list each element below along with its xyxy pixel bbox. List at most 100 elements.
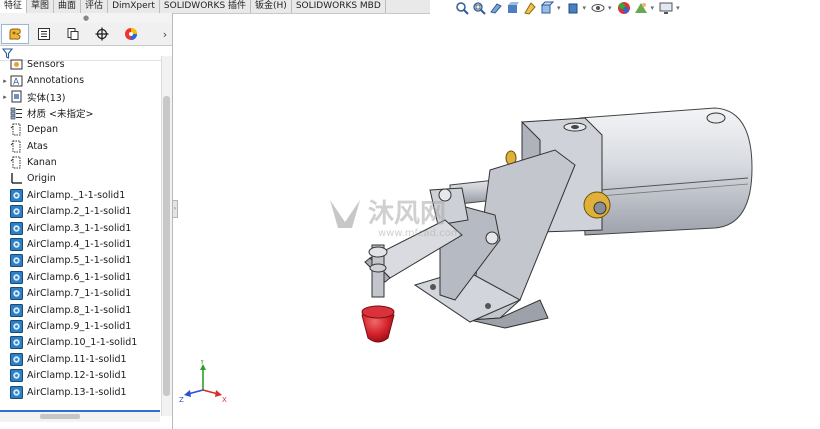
command-tab[interactable]: SOLIDWORKS MBD xyxy=(292,0,386,13)
hide-show-icon[interactable] xyxy=(591,1,605,15)
tree-item[interactable]: Atas xyxy=(0,138,160,154)
panel-grip-icon[interactable]: ● xyxy=(0,13,172,23)
imported-feature-icon xyxy=(10,319,23,333)
displaymanager-tab[interactable] xyxy=(117,24,145,44)
tree-item-label: AirClamp.5_1-1-solid1 xyxy=(27,255,132,267)
configurationmanager-tab[interactable] xyxy=(59,24,87,44)
propertymanager-icon xyxy=(38,28,50,40)
expand-arrow-icon[interactable]: ▸ xyxy=(0,77,10,85)
tree-item[interactable]: AirClamp.4_1-1-solid1 xyxy=(0,236,160,252)
apply-scene-icon[interactable] xyxy=(634,1,648,15)
imported-feature-icon xyxy=(10,254,23,268)
imported-feature-icon xyxy=(10,237,23,251)
tree-item-label: AirClamp.13-1-solid1 xyxy=(27,386,127,398)
imported-feature-icon xyxy=(10,336,23,350)
z-axis-label: Z xyxy=(179,396,184,404)
solid-bodies-icon xyxy=(11,90,22,103)
apply-scene-caret-icon[interactable]: ▾ xyxy=(651,4,655,12)
imported-feature-icon xyxy=(10,205,23,219)
svg-text:A: A xyxy=(13,78,20,88)
tree-item[interactable]: AirClamp.5_1-1-solid1 xyxy=(0,253,160,269)
zoom-to-fit-icon[interactable] xyxy=(455,1,469,15)
tree-item[interactable]: Sensors xyxy=(0,56,160,72)
command-manager-tabs: 特征 草图 曲面 评估 DimXpert SOLIDWORKS 插件 钣金(H) SOLIDW… xyxy=(0,0,430,14)
view-orientation-caret-icon[interactable]: ▾ xyxy=(557,4,561,12)
tree-item-label: Depan xyxy=(27,124,59,136)
propertymanager-tab[interactable] xyxy=(30,24,58,44)
scrollbar-thumb[interactable] xyxy=(40,414,80,419)
graphics-area[interactable]: 沐风网 www.mfcad.com xyxy=(173,14,820,429)
dimxpertmanager-tab[interactable] xyxy=(88,24,116,44)
command-tab[interactable]: 曲面 xyxy=(54,0,82,13)
dynamic-annotation-icon[interactable] xyxy=(523,1,537,15)
featuremanager-tab[interactable] xyxy=(1,24,29,44)
tree-item[interactable]: ▸ 实体(13) xyxy=(0,89,160,105)
command-tab[interactable]: DimXpert xyxy=(108,0,160,13)
command-tab[interactable]: 草图 xyxy=(27,0,55,13)
tree-item[interactable]: Depan xyxy=(0,122,160,138)
origin-icon xyxy=(11,173,22,185)
command-tab[interactable]: 特征 xyxy=(0,0,28,13)
tree-item-label: AirClamp.9_1-1-solid1 xyxy=(27,320,132,332)
tree-item[interactable]: AirClamp.3_1-1-solid1 xyxy=(0,220,160,236)
tree-vertical-scrollbar[interactable] xyxy=(161,56,172,416)
tree-item[interactable]: 材质 <未指定> xyxy=(0,105,160,121)
view-settings-caret-icon[interactable]: ▾ xyxy=(676,4,680,12)
tree-horizontal-scrollbar[interactable] xyxy=(0,410,160,422)
chevron-right-icon[interactable]: › xyxy=(158,28,172,41)
command-tab[interactable]: 评估 xyxy=(81,0,109,13)
tree-item[interactable]: AirClamp.6_1-1-solid1 xyxy=(0,269,160,285)
view-settings-icon[interactable] xyxy=(659,1,673,15)
tree-item[interactable]: AirClamp.12-1-solid1 xyxy=(0,367,160,383)
tree-item-label: AirClamp.10_1-1-solid1 xyxy=(27,337,138,349)
plane-icon xyxy=(10,140,21,153)
tree-item-label: AirClamp.8_1-1-solid1 xyxy=(27,304,132,316)
tree-item-label: AirClamp.12-1-solid1 xyxy=(27,370,127,382)
imported-feature-icon xyxy=(10,270,23,284)
annotations-icon: A xyxy=(10,75,23,88)
watermark: 沐风网 www.mfcad.com xyxy=(330,199,461,239)
previous-view-icon[interactable] xyxy=(489,1,503,15)
imported-feature-icon xyxy=(10,352,23,366)
tree-item-label: AirClamp.4_1-1-solid1 xyxy=(27,238,132,250)
tree-item[interactable]: AirClamp._1-1-solid1 xyxy=(0,187,160,203)
plane-icon xyxy=(10,156,21,169)
tree-item-label: AirClamp.6_1-1-solid1 xyxy=(27,271,132,283)
tree-item[interactable]: AirClamp.9_1-1-solid1 xyxy=(0,318,160,334)
coordinate-triad: Y X Z xyxy=(179,360,227,404)
imported-feature-icon xyxy=(10,221,23,235)
command-tab[interactable]: SOLIDWORKS 插件 xyxy=(160,0,252,13)
configurationmanager-icon xyxy=(67,28,79,40)
x-axis-label: X xyxy=(222,396,227,404)
expand-arrow-icon[interactable]: ▸ xyxy=(0,93,10,101)
command-tab[interactable]: 钣金(H) xyxy=(251,0,292,13)
display-style-caret-icon[interactable]: ▾ xyxy=(583,4,587,12)
imported-feature-icon xyxy=(10,369,23,383)
section-view-icon[interactable] xyxy=(506,1,520,15)
tree-item-label: Annotations xyxy=(27,75,85,87)
tree-item[interactable]: AirClamp.13-1-solid1 xyxy=(0,384,160,400)
tree-item[interactable]: AirClamp.7_1-1-solid1 xyxy=(0,285,160,301)
edit-appearance-icon[interactable] xyxy=(617,1,631,15)
tree-item-label: AirClamp.7_1-1-solid1 xyxy=(27,288,132,300)
tree-item[interactable]: ▸ A Annotations xyxy=(0,72,160,88)
tree-item[interactable]: AirClamp.8_1-1-solid1 xyxy=(0,302,160,318)
tree-item-label: AirClamp.3_1-1-solid1 xyxy=(27,222,132,234)
tree-item-label: Atas xyxy=(27,140,48,152)
imported-feature-icon xyxy=(10,303,23,317)
view-orientation-icon[interactable] xyxy=(540,1,554,15)
tree-item-label: AirClamp._1-1-solid1 xyxy=(27,189,126,201)
tree-item[interactable]: Kanan xyxy=(0,154,160,170)
display-style-icon[interactable] xyxy=(566,1,580,15)
zoom-to-area-icon[interactable] xyxy=(472,1,486,15)
tree-item[interactable]: AirClamp.11-1-solid1 xyxy=(0,351,160,367)
tree-item[interactable]: Origin xyxy=(0,171,160,187)
dimxpertmanager-icon xyxy=(95,27,109,41)
sensors-icon xyxy=(10,59,23,70)
hide-show-caret-icon[interactable]: ▾ xyxy=(608,4,612,12)
tree-item[interactable]: AirClamp.2_1-1-solid1 xyxy=(0,204,160,220)
tree-item-label: Sensors xyxy=(27,58,65,70)
scrollbar-thumb[interactable] xyxy=(163,96,170,396)
plane-icon xyxy=(10,123,21,136)
tree-item[interactable]: AirClamp.10_1-1-solid1 xyxy=(0,335,160,351)
